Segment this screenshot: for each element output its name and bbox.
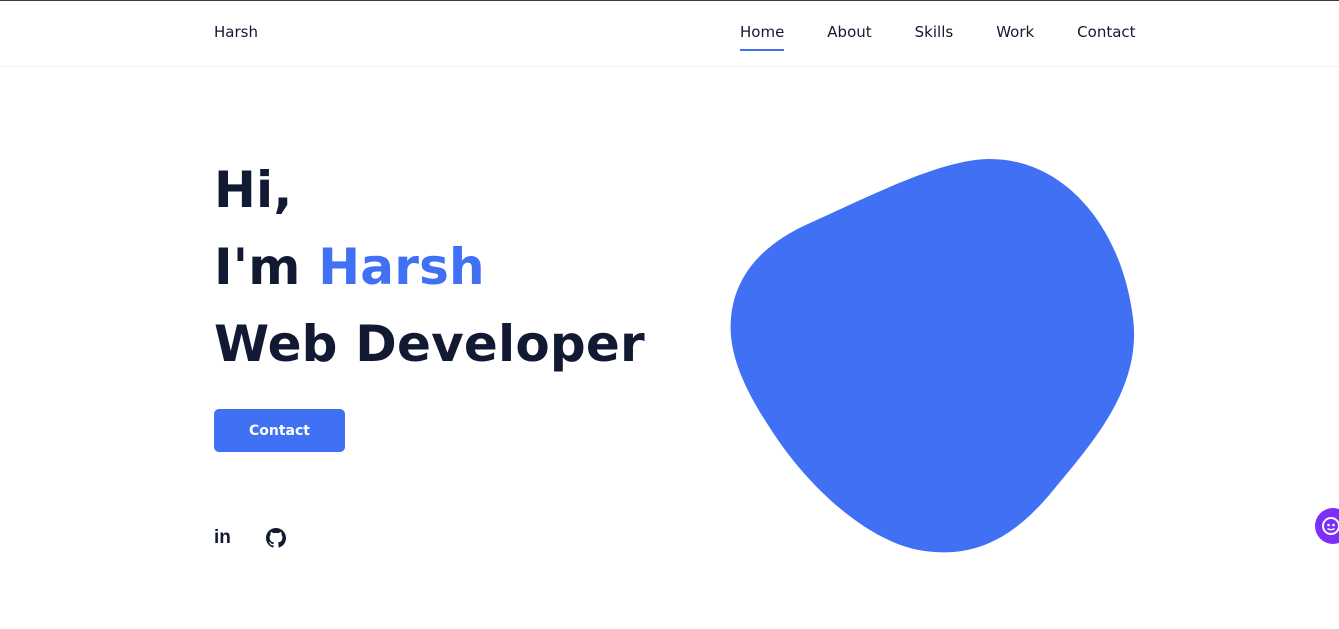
github-icon[interactable] [266,526,288,550]
social-links: in [214,526,288,550]
nav-about[interactable]: About [827,23,871,51]
hero-name: Harsh [318,238,485,296]
nav-contact[interactable]: Contact [1077,23,1135,51]
brand-logo[interactable]: Harsh [214,23,258,41]
nav-skills[interactable]: Skills [915,23,954,51]
assistant-widget-button[interactable] [1315,508,1339,544]
hero-blob-shape [730,158,1135,553]
site-header: Harsh Home About Skills Work Contact [0,1,1339,67]
hero-greeting: Hi, [214,161,293,219]
nav-work[interactable]: Work [996,23,1034,51]
robot-icon [1322,517,1339,535]
contact-button[interactable]: Contact [214,409,345,452]
hero-intro: I'm [214,238,319,296]
nav-home[interactable]: Home [740,23,785,51]
hero-title: Hi, I'm Harsh Web Developer [214,152,645,383]
hero-role: Web Developer [214,315,645,373]
main-nav: Home About Skills Work Contact [740,23,1136,51]
page: Harsh Home About Skills Work Contact Hi,… [0,0,1339,629]
linkedin-icon[interactable]: in [214,526,236,550]
